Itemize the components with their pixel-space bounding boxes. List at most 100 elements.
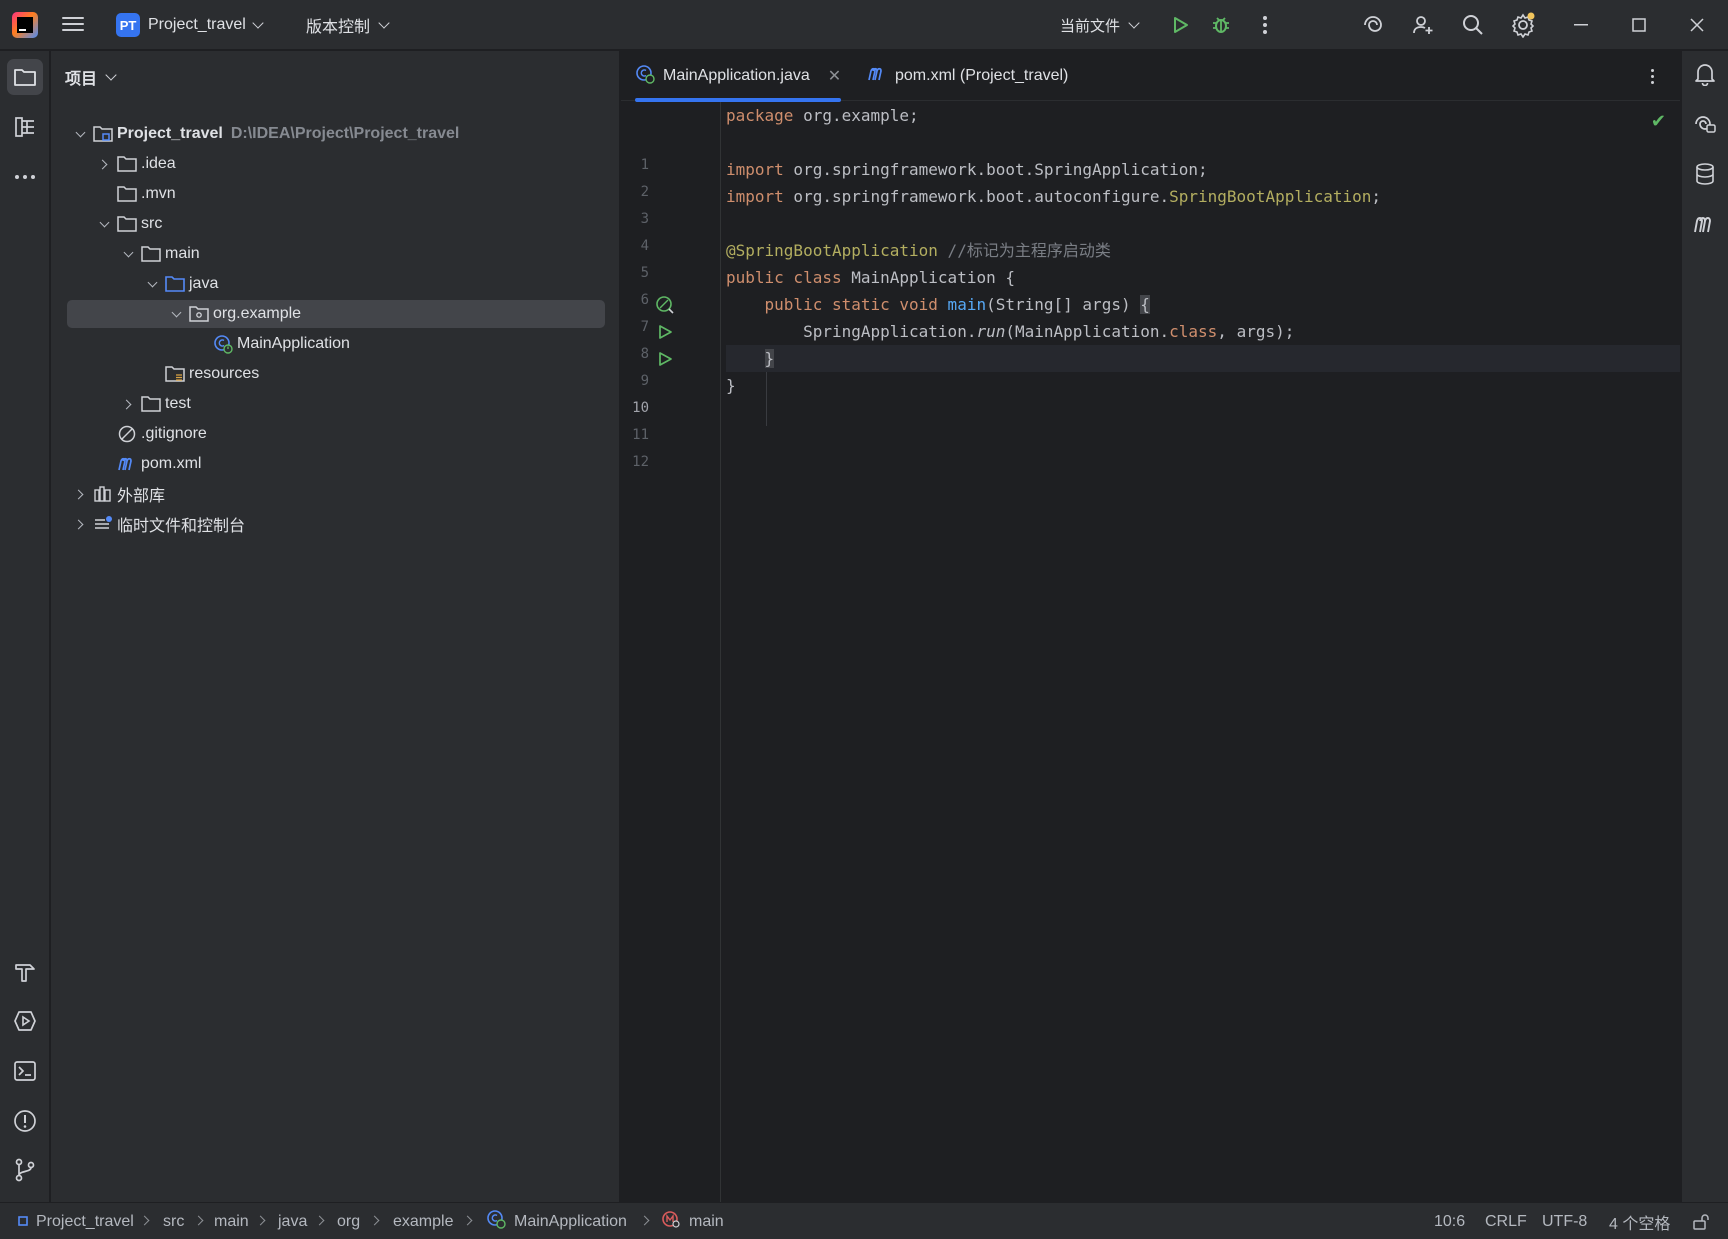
breadcrumb-example[interactable]: example <box>393 1203 453 1239</box>
structure-icon <box>15 117 34 137</box>
settings-gear-icon[interactable] <box>1505 7 1541 43</box>
breadcrumb-label: main <box>214 1212 249 1230</box>
chevron-right-icon <box>193 1215 204 1226</box>
vcs-label: 版本控制 <box>306 19 371 36</box>
close-tab-icon[interactable]: ✕ <box>828 66 841 86</box>
editor-gutter: 1 2 3 4 5 6 7 8 9 10 11 12 <box>621 102 721 1202</box>
run-button[interactable] <box>1162 7 1198 43</box>
chevron-right-icon[interactable] <box>73 487 87 501</box>
tree-item-src[interactable]: src <box>67 210 605 238</box>
breadcrumb-label: MainApplication <box>514 1212 627 1230</box>
run-config-selector[interactable]: 当前文件 <box>1060 0 1140 50</box>
ai-assistant-button[interactable] <box>1687 106 1723 142</box>
indent-label: 4 个空格 <box>1609 1215 1671 1233</box>
tab-pom-xml[interactable]: pom.xml (Project_travel) <box>867 51 1068 101</box>
close-window-button[interactable] <box>1668 0 1726 50</box>
project-view-selector[interactable]: 项目 <box>65 65 117 89</box>
breadcrumb-java[interactable]: java <box>278 1203 307 1239</box>
tab-label: pom.xml (Project_travel) <box>895 67 1069 84</box>
chevron-down-icon[interactable] <box>97 217 111 231</box>
right-tool-strip <box>1681 51 1728 1202</box>
tab-options-icon[interactable] <box>1642 64 1662 88</box>
breadcrumb-method[interactable]: main <box>661 1203 724 1239</box>
run-gutter-icon[interactable] <box>655 322 675 342</box>
line-number: 1 <box>640 157 649 173</box>
no-problems-check-icon[interactable]: ✔ <box>1651 111 1666 132</box>
tree-item-project-root[interactable]: Project_travel D:\IDEA\Project\Project_tr… <box>67 120 605 148</box>
chevron-down-icon[interactable] <box>169 307 183 321</box>
spring-bean-gutter-icon[interactable] <box>655 295 675 315</box>
database-button[interactable] <box>1687 156 1723 192</box>
notifications-button[interactable] <box>1687 56 1723 92</box>
breadcrumb-org[interactable]: org <box>337 1203 360 1239</box>
git-tool-button[interactable] <box>7 1152 43 1188</box>
maximize-button[interactable] <box>1610 0 1668 50</box>
file-encoding[interactable]: UTF-8 <box>1542 1203 1587 1239</box>
code-token: org.springframework.boot.autoconfigure. <box>783 187 1170 206</box>
tab-main-application[interactable]: MainApplication.java ✕ <box>635 51 842 102</box>
debug-button[interactable] <box>1203 7 1239 43</box>
terminal-tool-button[interactable] <box>7 1053 43 1089</box>
chevron-down-icon[interactable] <box>121 247 135 261</box>
chevron-right-icon[interactable] <box>73 517 87 531</box>
read-only-toggle[interactable] <box>1692 1203 1710 1239</box>
folder-icon <box>141 244 161 264</box>
line-number: 6 <box>640 292 649 308</box>
project-switcher[interactable]: PT Project_travel <box>112 8 270 42</box>
code-token: org.springframework.boot.SpringApplicati… <box>783 160 1208 179</box>
add-user-icon[interactable] <box>1405 7 1441 43</box>
tree-item-label: org.example <box>213 305 302 322</box>
more-actions-icon[interactable] <box>1247 7 1283 43</box>
run-tool-button[interactable] <box>7 1003 43 1039</box>
tree-item-mvn[interactable]: .mvn <box>67 180 605 208</box>
more-tools-button[interactable] <box>7 159 43 195</box>
git-icon <box>15 1158 35 1182</box>
vcs-menu[interactable]: 版本控制 <box>298 8 396 42</box>
chevron-right-icon[interactable] <box>121 397 135 411</box>
tree-item-external-libraries[interactable]: 外部库 <box>67 480 605 508</box>
terminal-icon <box>14 1061 36 1081</box>
project-tool-button[interactable] <box>7 59 43 95</box>
code-token: run <box>976 322 1006 341</box>
minimize-button[interactable] <box>1552 0 1610 50</box>
tree-item-pom[interactable]: pom.xml <box>67 450 605 478</box>
ai-assistant-icon <box>1695 116 1716 133</box>
editor-tab-bar: MainApplication.java ✕ pom.xml (Project_… <box>621 51 1680 102</box>
tree-item-scratches[interactable]: 临时文件和控制台 <box>67 510 605 538</box>
main-menu-icon[interactable] <box>60 13 86 37</box>
project-path: D:\IDEA\Project\Project_travel <box>230 125 460 142</box>
breadcrumb-label: src <box>163 1212 185 1230</box>
line-separator[interactable]: CRLF <box>1485 1203 1527 1239</box>
project-badge: PT <box>116 13 140 37</box>
line-number: 5 <box>640 265 649 281</box>
tree-item-resources[interactable]: resources <box>67 360 605 388</box>
breadcrumb-project[interactable]: Project_travel <box>18 1203 134 1239</box>
build-tool-button[interactable] <box>7 954 43 990</box>
code-line-8: public static void main(String[] args) { <box>726 291 1680 318</box>
maven-button[interactable] <box>1687 206 1723 242</box>
chevron-down-icon[interactable] <box>73 127 87 141</box>
run-gutter-icon[interactable] <box>655 349 675 369</box>
line-number-current: 10 <box>632 400 649 416</box>
code-token: } <box>726 376 736 395</box>
problems-tool-button[interactable] <box>7 1103 43 1139</box>
caret-position[interactable]: 10:6 <box>1434 1203 1465 1239</box>
chevron-right-icon[interactable] <box>97 157 111 171</box>
tree-item-gitignore[interactable]: .gitignore <box>67 420 605 448</box>
tree-item-main[interactable]: main <box>67 240 605 268</box>
code-line-7: public class MainApplication { <box>726 264 1680 291</box>
indent-setting[interactable]: 4 个空格 <box>1609 1203 1670 1239</box>
search-icon[interactable] <box>1455 7 1491 43</box>
tree-item-idea[interactable]: .idea <box>67 150 605 178</box>
breadcrumb-main[interactable]: main <box>214 1203 249 1239</box>
tree-item-test[interactable]: test <box>67 390 605 418</box>
ai-assistant-icon[interactable] <box>1355 7 1391 43</box>
breadcrumb-src[interactable]: src <box>163 1203 184 1239</box>
chevron-down-icon[interactable] <box>145 277 159 291</box>
tree-item-java[interactable]: java <box>67 270 605 298</box>
tree-item-org-example[interactable]: org.example <box>67 300 605 328</box>
structure-tool-button[interactable] <box>7 109 43 145</box>
tree-item-main-application[interactable]: MainApplication <box>67 330 605 358</box>
title-bar: PT Project_travel 版本控制 当前文件 <box>0 0 1728 50</box>
breadcrumb-class[interactable]: MainApplication <box>486 1203 627 1239</box>
